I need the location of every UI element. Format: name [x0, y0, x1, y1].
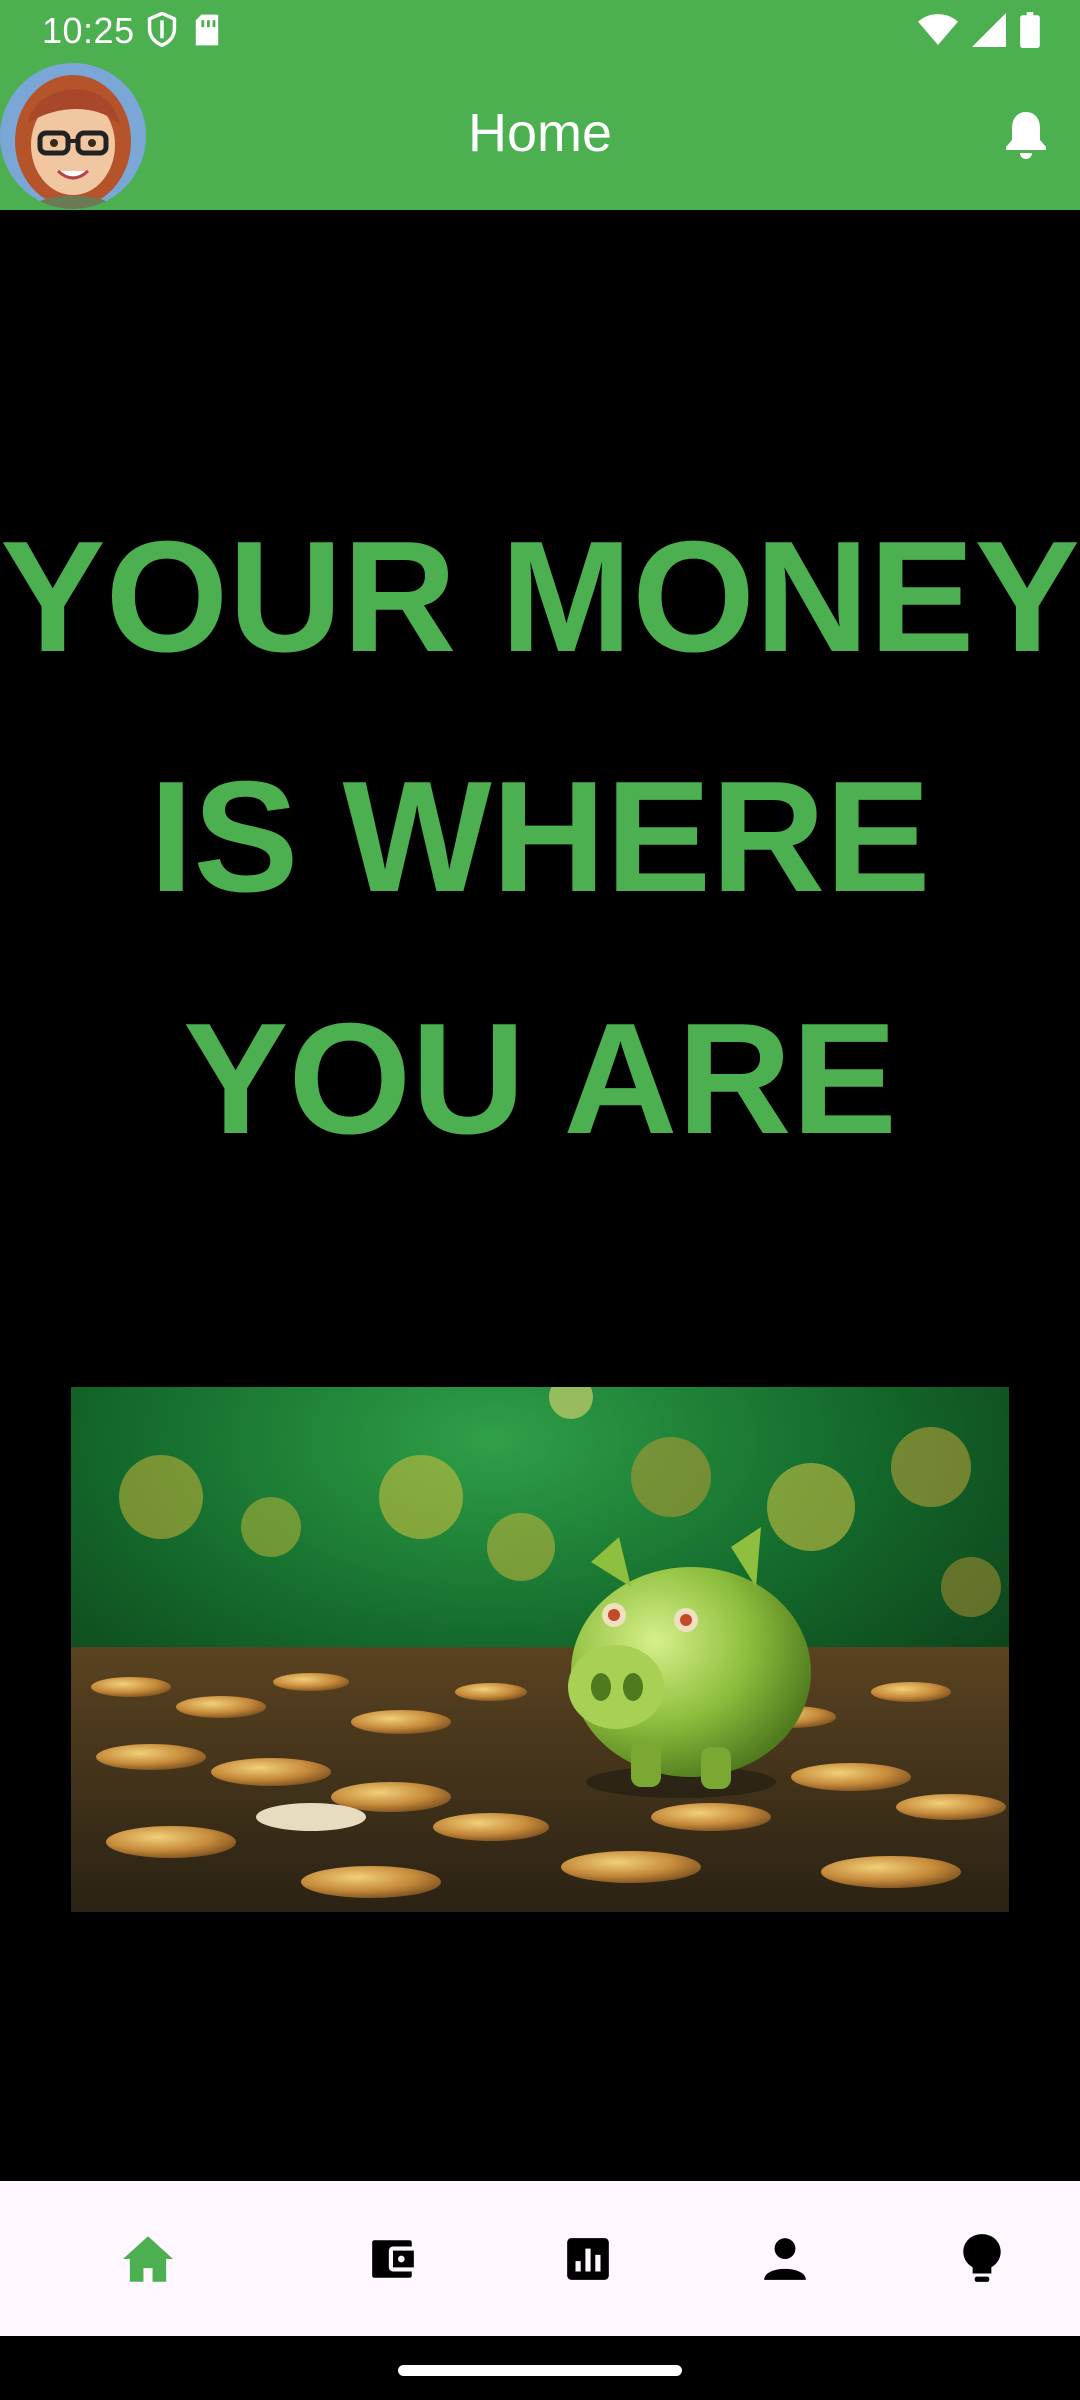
status-time: 10:25 [42, 10, 135, 51]
wifi-icon [918, 14, 958, 45]
nav-item-wallet[interactable] [285, 2181, 501, 2336]
person-icon [764, 2237, 806, 2280]
top-app-bar: Home [0, 60, 1080, 210]
shield-icon [147, 12, 177, 48]
nav-item-home[interactable] [40, 2181, 256, 2336]
status-left-icons [145, 12, 221, 48]
status-bar: 10:25 [0, 0, 1080, 60]
wallet-icon [372, 2239, 414, 2278]
battery-icon [1020, 12, 1040, 48]
hero-text-line-2: IS WHERE [149, 749, 931, 925]
lightbulb-icon [963, 2233, 1001, 2282]
piggy-bank-image [71, 1387, 1009, 1912]
home-icon [123, 2235, 173, 2282]
hero-text-line-3: YOU ARE [182, 991, 897, 1167]
hero-text-line-1: YOUR MONEY [0, 509, 1080, 685]
nav-item-tips[interactable] [874, 2181, 1080, 2336]
bottom-navigation [0, 2181, 1080, 2336]
nav-item-stats[interactable] [480, 2181, 696, 2336]
home-gesture-bar[interactable] [398, 2365, 682, 2376]
nav-item-profile[interactable] [677, 2181, 893, 2336]
page-title: Home [467, 103, 613, 163]
bar-chart-icon [567, 2237, 609, 2280]
sim-card-icon [195, 14, 219, 46]
signal-icon [972, 13, 1006, 47]
status-right-icons [918, 12, 1040, 48]
bell-icon[interactable] [1002, 107, 1050, 166]
